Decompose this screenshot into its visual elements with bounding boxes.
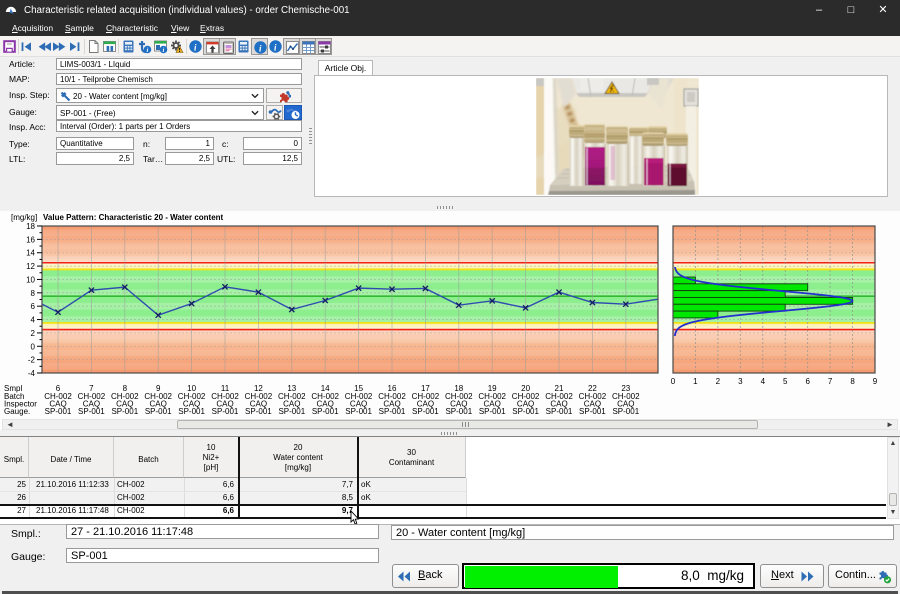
svg-text:9: 9 (873, 377, 878, 386)
svg-text:2: 2 (716, 377, 721, 386)
svg-text:SP-001: SP-001 (345, 407, 372, 416)
svg-text:SP-001: SP-001 (512, 407, 539, 416)
svg-text:5: 5 (783, 377, 788, 386)
svg-text:SP-001: SP-001 (78, 407, 105, 416)
svg-text:SP-001: SP-001 (445, 407, 472, 416)
svg-text:SP-001: SP-001 (479, 407, 506, 416)
svg-text:SP-001: SP-001 (379, 407, 406, 416)
svg-text:SP-001: SP-001 (579, 407, 606, 416)
svg-text:12: 12 (26, 262, 35, 271)
svg-text:SP-001: SP-001 (312, 407, 339, 416)
svg-text:SP-001: SP-001 (45, 407, 72, 416)
svg-text:▮▮: ▮▮ (106, 45, 114, 52)
svg-text:4: 4 (761, 377, 766, 386)
svg-text:-4: -4 (28, 369, 36, 378)
svg-text:4: 4 (31, 316, 36, 325)
svg-text:SP-001: SP-001 (546, 407, 573, 416)
svg-text:SP-001: SP-001 (612, 407, 639, 416)
svg-text:2: 2 (31, 329, 36, 338)
svg-text:8: 8 (31, 289, 36, 298)
svg-text:SP-001: SP-001 (245, 407, 272, 416)
svg-text:-2: -2 (28, 356, 36, 365)
svg-text:SP-001: SP-001 (212, 407, 239, 416)
svg-text:0: 0 (671, 377, 676, 386)
svg-text:SP-001: SP-001 (111, 407, 138, 416)
svg-text:SP-001: SP-001 (278, 407, 305, 416)
svg-text:SP-001: SP-001 (178, 407, 205, 416)
svg-text:i: i (147, 47, 149, 54)
svg-text:16: 16 (26, 235, 35, 244)
svg-text:SP-001: SP-001 (412, 407, 439, 416)
svg-text:8: 8 (850, 377, 855, 386)
svg-text:3: 3 (738, 377, 743, 386)
svg-text:1: 1 (693, 377, 698, 386)
svg-text:7: 7 (828, 377, 833, 386)
svg-text:i: i (163, 47, 165, 54)
svg-text:Gauge.: Gauge. (4, 407, 30, 416)
svg-text:14: 14 (26, 249, 35, 258)
svg-text:0: 0 (31, 342, 36, 351)
svg-text:10: 10 (26, 275, 35, 284)
svg-text:SP-001: SP-001 (145, 407, 172, 416)
svg-text:6: 6 (805, 377, 810, 386)
svg-text:6: 6 (31, 302, 36, 311)
svg-text:18: 18 (26, 222, 35, 231)
